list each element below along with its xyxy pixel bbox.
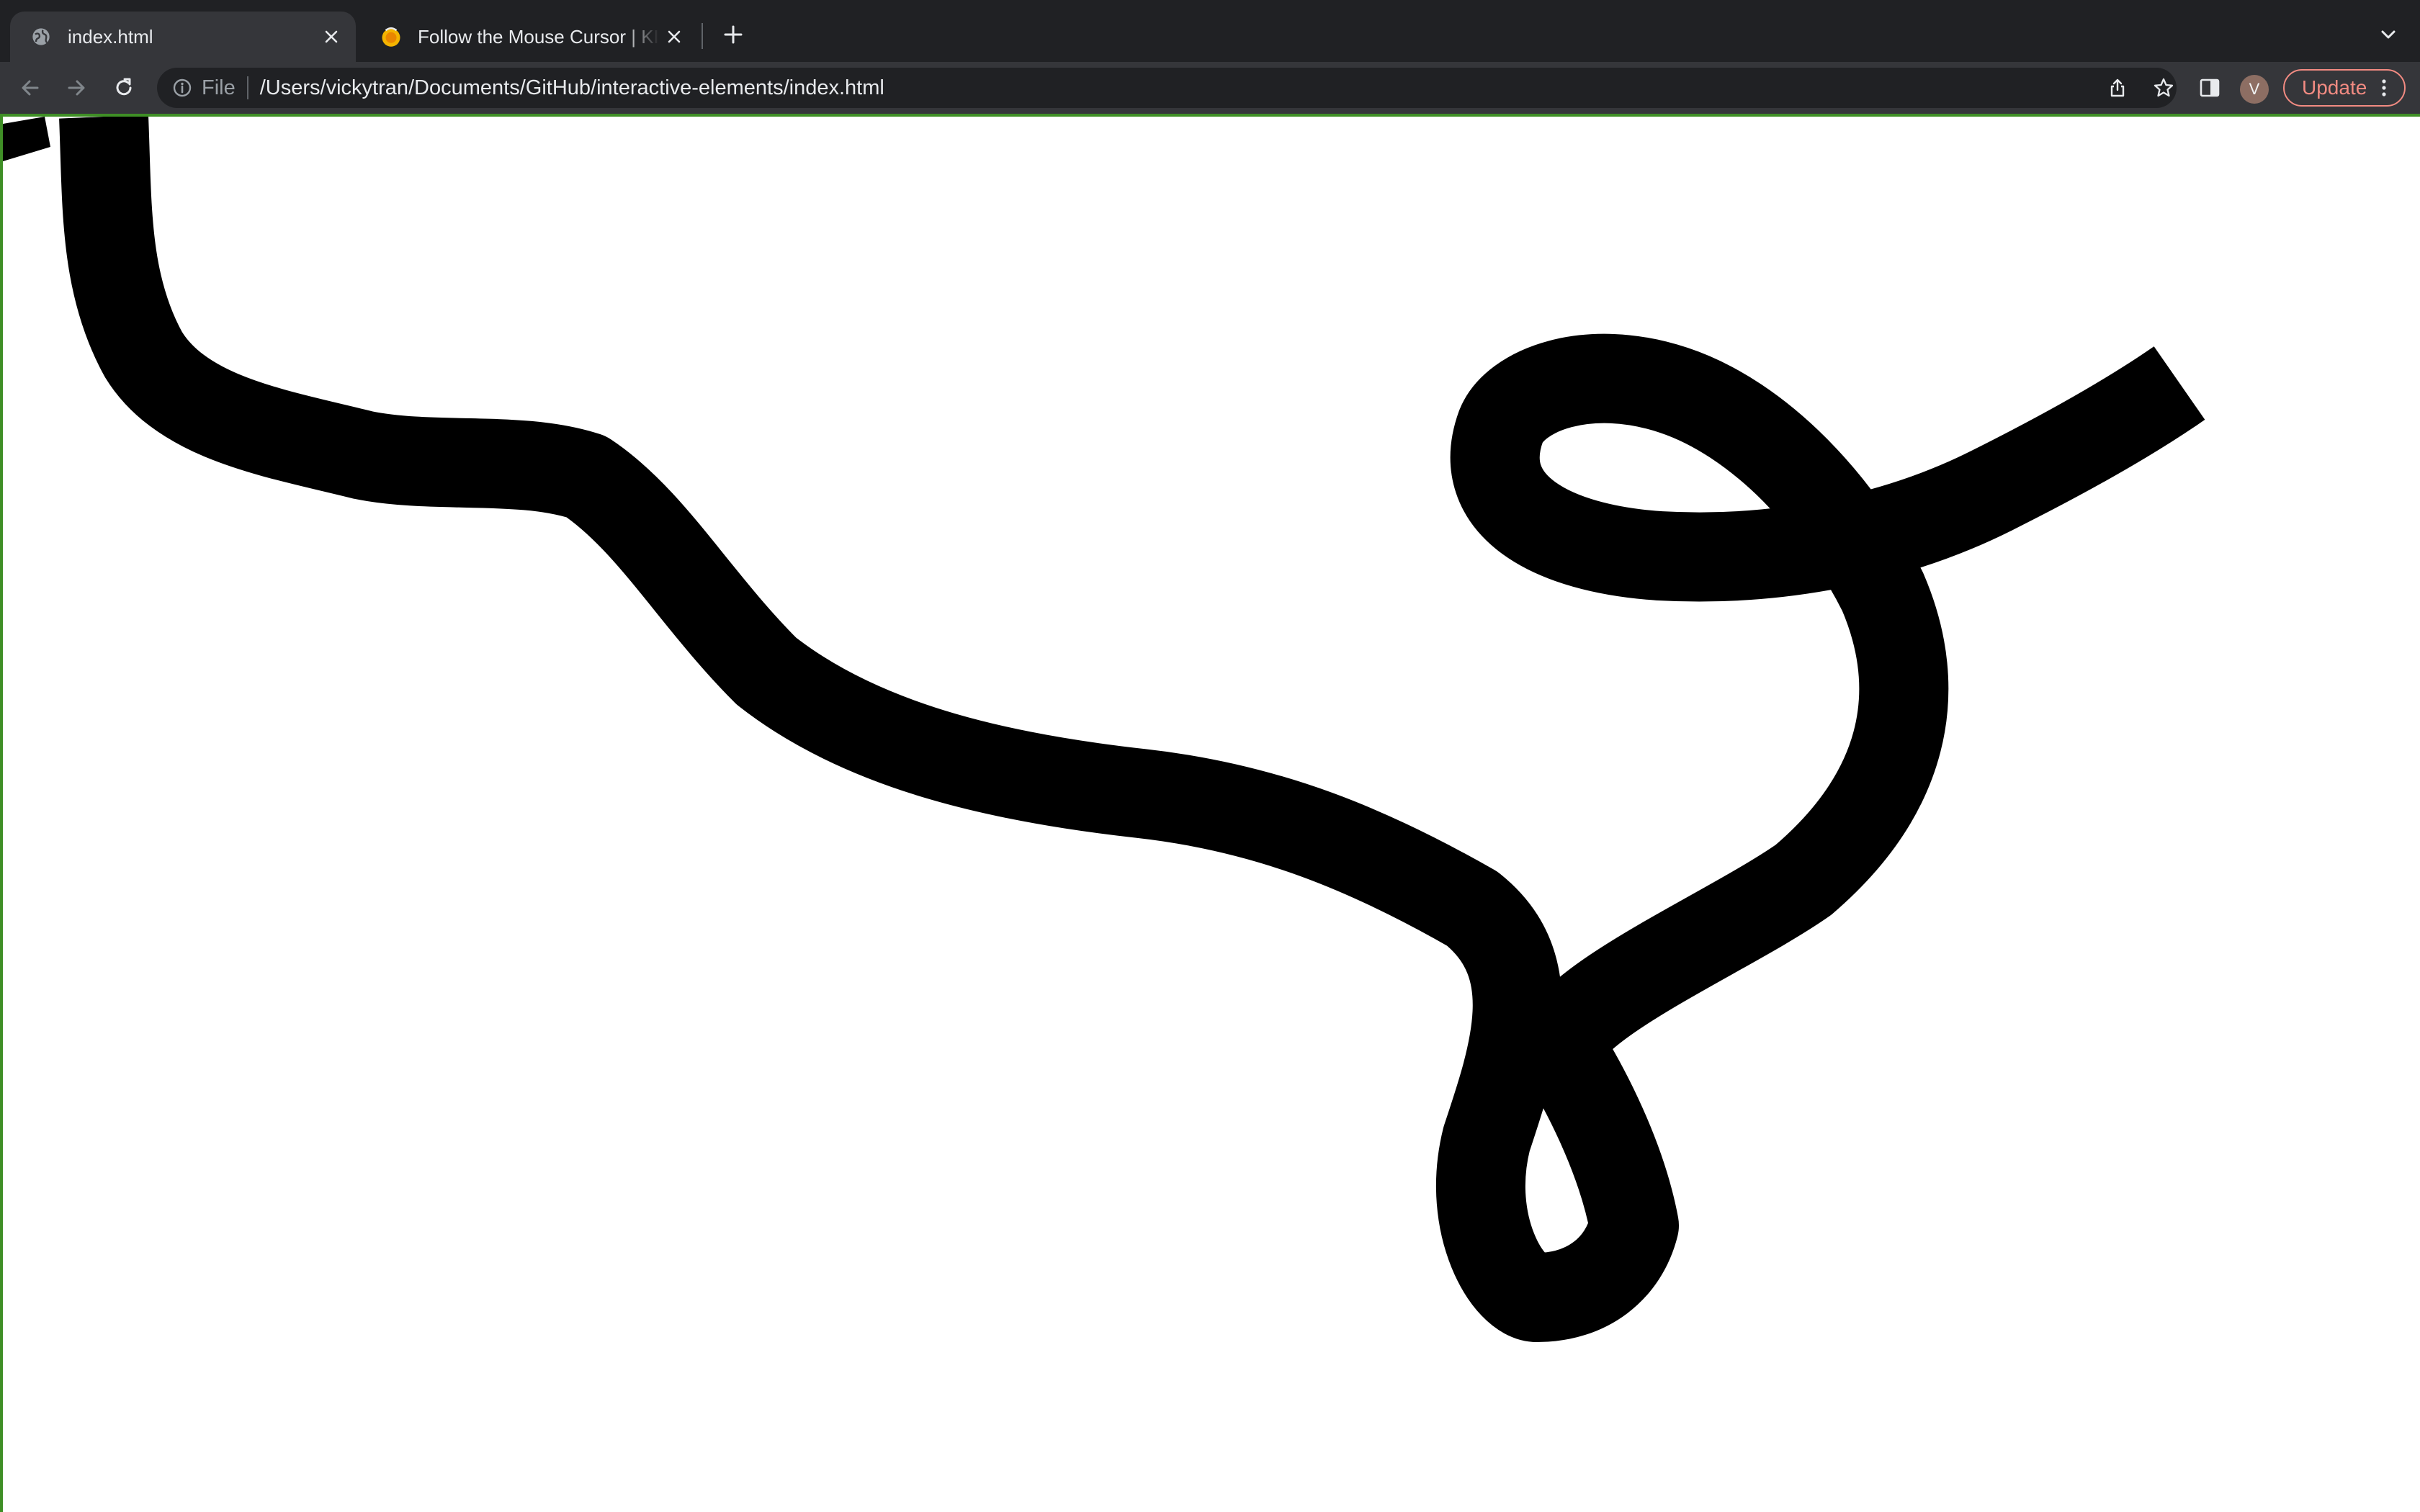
page-focus-border [0, 114, 2420, 1512]
plus-icon [724, 25, 743, 44]
globe-icon [30, 26, 52, 48]
tab-separator [702, 23, 703, 49]
tab-index-html[interactable]: index.html [10, 12, 356, 62]
forward-button[interactable] [60, 72, 92, 104]
tab-search-button[interactable] [2374, 20, 2403, 49]
tab-strip: index.html Follow the Mouse Cursor | KIR… [0, 0, 2420, 62]
side-panel-icon [2200, 78, 2220, 97]
tab-title: Follow the Mouse Cursor | KIRUPA [418, 25, 660, 48]
update-button[interactable]: Update [2283, 69, 2406, 107]
drawing-canvas[interactable] [3, 117, 2420, 1512]
drawn-stroke [59, 117, 2205, 1342]
back-button[interactable] [14, 72, 46, 104]
reload-icon [116, 78, 132, 96]
info-icon[interactable] [171, 77, 193, 99]
bookmark-star-icon[interactable] [2148, 72, 2179, 104]
more-vert-icon[interactable] [2370, 73, 2398, 102]
side-panel-button[interactable] [2194, 72, 2226, 104]
kirupa-favicon-icon [380, 26, 402, 48]
new-tab-button[interactable] [717, 19, 749, 50]
browser-toolbar: File /Users/vickytran/Documents/GitHub/i… [0, 62, 2420, 114]
arrow-left-icon [22, 80, 39, 96]
omnibox-divider [246, 76, 248, 99]
drawn-stroke-svg [3, 117, 2205, 1342]
chevron-down-icon [2381, 30, 2396, 39]
url-text[interactable]: /Users/vickytran/Documents/GitHub/intera… [260, 76, 884, 100]
url-scheme-label: File [202, 76, 236, 99]
arrow-right-icon [68, 80, 85, 96]
tab-follow-mouse-cursor[interactable]: Follow the Mouse Cursor | KIRUPA [360, 12, 699, 62]
stroke-fragment [3, 117, 50, 161]
tab-title: index.html [68, 25, 153, 48]
update-label: Update [2302, 76, 2367, 99]
share-icon[interactable] [2102, 72, 2133, 104]
address-bar[interactable]: File /Users/vickytran/Documents/GitHub/i… [157, 68, 2177, 108]
close-tab-icon[interactable] [660, 22, 689, 51]
close-tab-icon[interactable] [317, 22, 346, 51]
profile-avatar[interactable]: V [2240, 75, 2269, 104]
reload-button[interactable] [108, 72, 140, 104]
